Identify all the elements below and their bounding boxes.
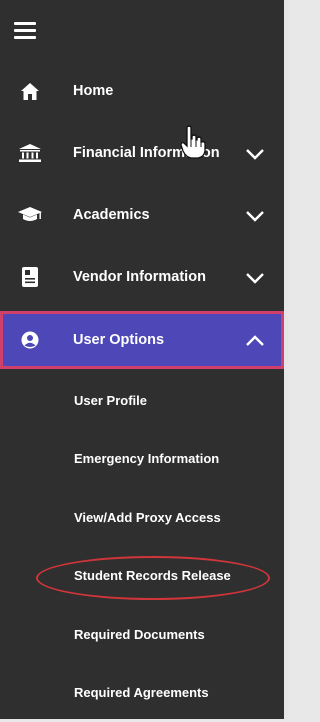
- nav-item-user-options[interactable]: User Options: [0, 311, 284, 369]
- submenu-item-required-documents[interactable]: Required Documents: [0, 605, 284, 664]
- submenu-item-label: Required Agreements: [74, 685, 209, 700]
- user-options-submenu: User Profile Emergency Information View/…: [0, 371, 284, 722]
- nav-item-home[interactable]: Home: [0, 60, 284, 122]
- user-icon: [16, 328, 44, 352]
- chevron-up-icon[interactable]: [246, 334, 264, 346]
- sidebar-header: [0, 0, 284, 60]
- chevron-down-icon[interactable]: [246, 209, 264, 221]
- sidebar-nav: Home Financial Information: [0, 0, 288, 719]
- document-icon: [16, 265, 44, 289]
- hamburger-icon[interactable]: [14, 22, 36, 38]
- submenu-item-label: User Profile: [74, 393, 147, 408]
- submenu-item-emergency-information[interactable]: Emergency Information: [0, 430, 284, 489]
- nav-item-academics[interactable]: Academics: [0, 184, 284, 246]
- submenu-item-label: Student Records Release: [74, 568, 231, 583]
- chevron-down-icon[interactable]: [246, 271, 264, 283]
- nav-item-label: Financial Information: [73, 145, 220, 161]
- submenu-item-required-agreements[interactable]: Required Agreements: [0, 664, 284, 722]
- nav-item-financial-information[interactable]: Financial Information: [0, 122, 284, 184]
- nav-item-label: Home: [73, 83, 113, 99]
- nav-item-label: Academics: [73, 207, 150, 223]
- bank-icon: [16, 141, 44, 165]
- chevron-down-icon[interactable]: [246, 147, 264, 159]
- submenu-item-proxy-access[interactable]: View/Add Proxy Access: [0, 488, 284, 547]
- graduation-cap-icon: [16, 203, 44, 227]
- submenu-item-label: Required Documents: [74, 627, 205, 642]
- home-icon: [16, 79, 44, 103]
- nav-item-vendor-information[interactable]: Vendor Information: [0, 246, 284, 308]
- nav-item-label: Vendor Information: [73, 269, 206, 285]
- submenu-item-student-records-release[interactable]: Student Records Release: [0, 547, 284, 606]
- nav-item-label: User Options: [73, 332, 164, 348]
- submenu-item-label: Emergency Information: [74, 451, 219, 466]
- submenu-item-label: View/Add Proxy Access: [74, 510, 221, 525]
- submenu-item-user-profile[interactable]: User Profile: [0, 371, 284, 430]
